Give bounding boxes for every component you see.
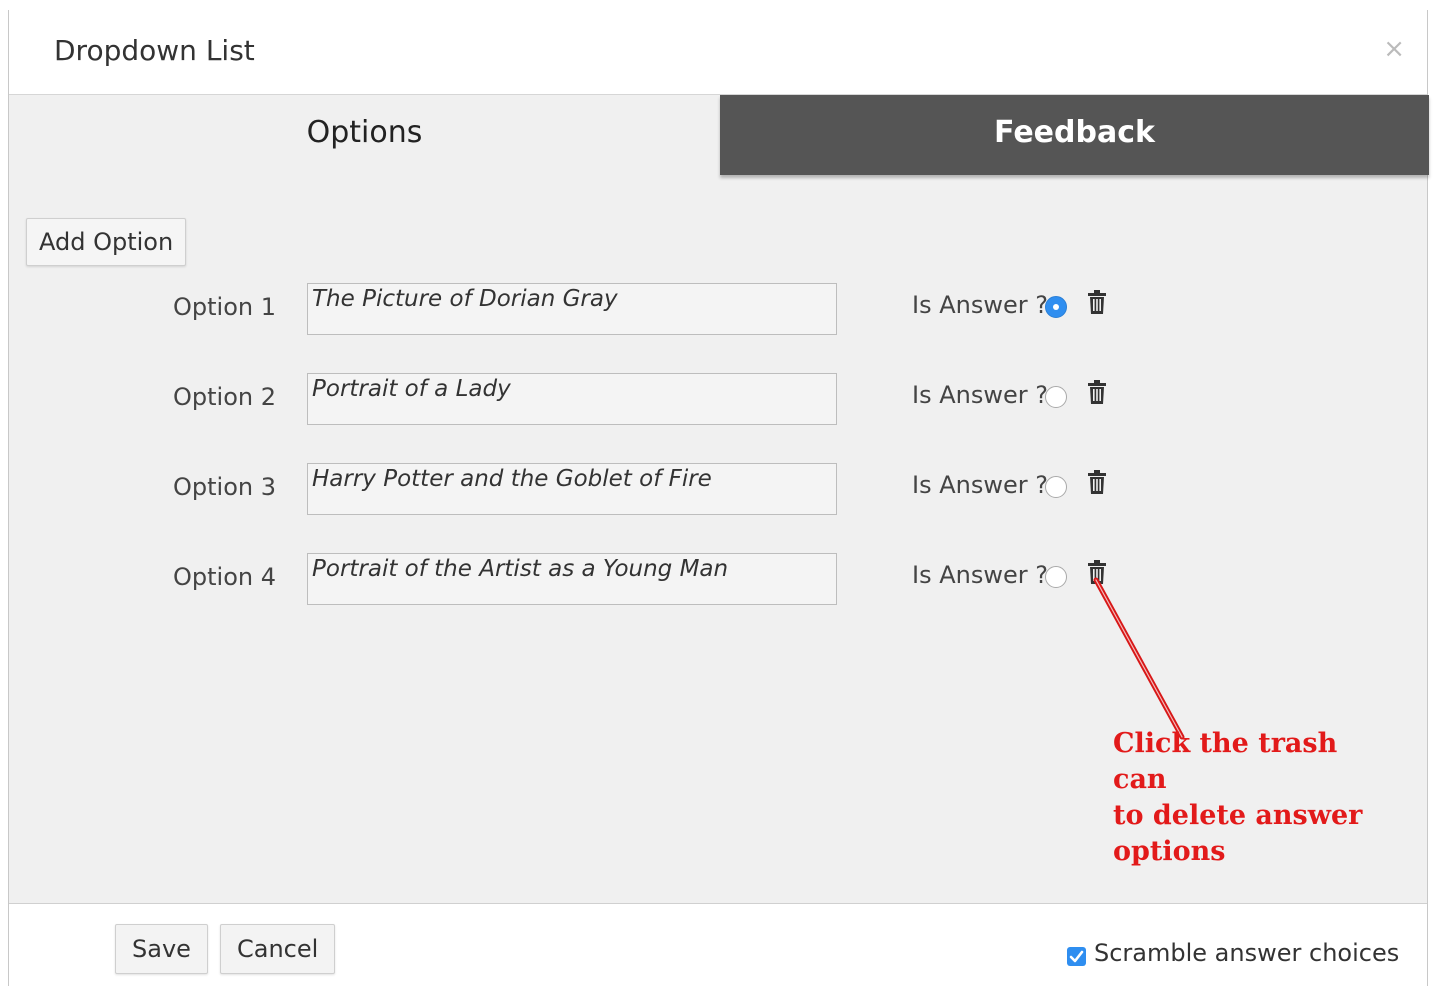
tab-feedback[interactable]: Feedback [720, 95, 1429, 175]
is-answer-label: Is Answer ? [912, 471, 1048, 499]
option-row-1: Option 1 The Picture of Dorian Gray Is A… [9, 283, 1427, 337]
option-4-input[interactable]: Portrait of the Artist as a Young Man [307, 553, 837, 605]
option-label: Option 3 [173, 473, 276, 501]
option-label: Option 1 [173, 293, 276, 321]
annotation-callout: Click the trash can to delete answer opt… [1113, 726, 1383, 870]
trash-icon[interactable] [1087, 469, 1107, 495]
cancel-button[interactable]: Cancel [220, 924, 336, 974]
is-answer-radio-4[interactable] [1045, 566, 1067, 588]
save-button[interactable]: Save [115, 924, 208, 974]
option-row-2: Option 2 Portrait of a Lady Is Answer ? [9, 373, 1427, 427]
is-answer-radio-1[interactable] [1045, 296, 1067, 318]
annotation-line-2: to delete answer [1113, 800, 1363, 831]
trash-icon[interactable] [1087, 379, 1107, 405]
add-option-button[interactable]: Add Option [26, 218, 187, 266]
annotation-line-3: options [1113, 836, 1226, 867]
option-label: Option 4 [173, 563, 276, 591]
annotation-line-1: Click the trash can [1113, 728, 1338, 795]
scramble-checkbox[interactable] [1067, 947, 1086, 966]
option-1-input[interactable]: The Picture of Dorian Gray [307, 283, 837, 335]
is-answer-label: Is Answer ? [912, 291, 1048, 319]
is-answer-label: Is Answer ? [912, 381, 1048, 409]
trash-icon[interactable] [1087, 559, 1107, 585]
is-answer-radio-2[interactable] [1045, 386, 1067, 408]
option-row-3: Option 3 Harry Potter and the Goblet of … [9, 463, 1427, 517]
checkmark-icon [1069, 950, 1084, 963]
trash-icon[interactable] [1087, 289, 1107, 315]
close-icon[interactable]: × [1383, 36, 1405, 62]
tab-options[interactable]: Options [9, 95, 720, 175]
scramble-label: Scramble answer choices [1094, 939, 1400, 967]
is-answer-label: Is Answer ? [912, 561, 1048, 589]
option-2-input[interactable]: Portrait of a Lady [307, 373, 837, 425]
option-label: Option 2 [173, 383, 276, 411]
is-answer-radio-3[interactable] [1045, 476, 1067, 498]
option-row-4: Option 4 Portrait of the Artist as a You… [9, 553, 1427, 607]
option-3-input[interactable]: Harry Potter and the Goblet of Fire [307, 463, 837, 515]
dialog-title: Dropdown List [54, 34, 255, 67]
